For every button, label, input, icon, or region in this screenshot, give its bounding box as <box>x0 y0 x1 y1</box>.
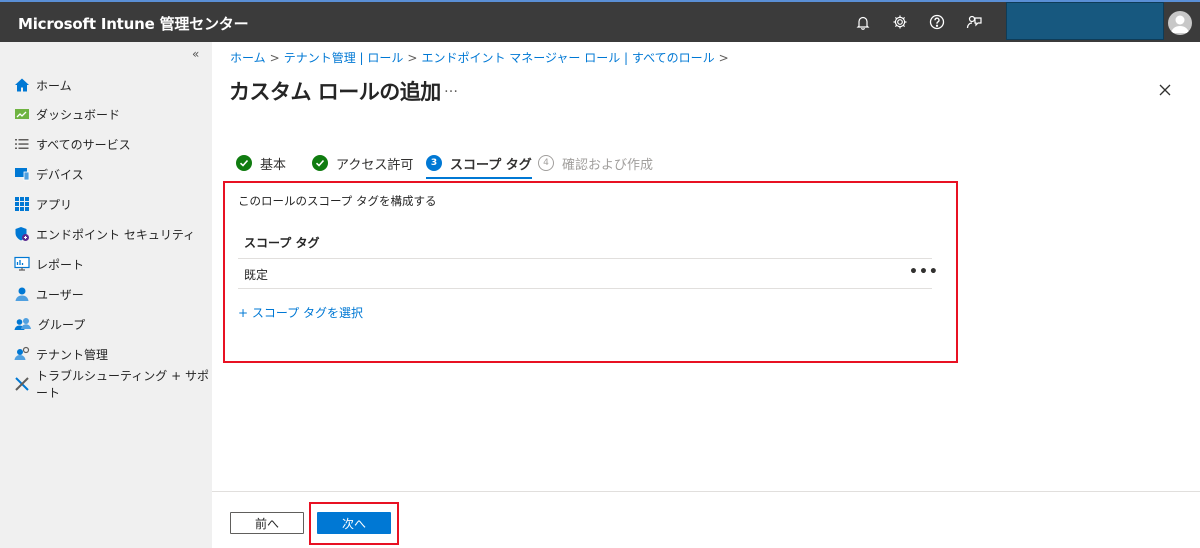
account-info[interactable] <box>1006 2 1164 40</box>
avatar[interactable] <box>1168 11 1192 35</box>
breadcrumb: ホーム > テナント管理 | ロール > エンドポイント マネージャー ロール | すべ… <box>230 51 729 65</box>
home-icon <box>15 78 29 92</box>
tools-icon <box>15 377 29 391</box>
sidebar-item-label: エンドポイント セキュリティ <box>36 227 196 242</box>
more-options-button[interactable]: … <box>444 80 458 96</box>
sidebar-item-tenant-admin[interactable]: テナント管理 <box>14 342 108 366</box>
sidebar-item-troubleshooting[interactable]: トラブルシューティング + サポート <box>14 369 212 400</box>
collapse-sidebar-button[interactable]: « <box>192 47 199 61</box>
step-label: スコープ タグ <box>450 157 532 173</box>
sidebar: « ホーム ダッシュボード すべてのサービス デバイス アプリ エンドポイント … <box>0 42 212 548</box>
sidebar-item-apps[interactable]: アプリ <box>14 192 72 216</box>
sidebar-item-label: トラブルシューティング + サポート <box>36 369 209 400</box>
sidebar-item-label: テナント管理 <box>36 347 109 362</box>
apps-icon <box>15 197 29 211</box>
sidebar-item-reports[interactable]: レポート <box>14 252 84 276</box>
help-icon[interactable] <box>925 10 949 34</box>
device-icon <box>15 168 30 181</box>
user-icon <box>15 287 29 301</box>
sidebar-item-label: ユーザー <box>36 287 84 302</box>
gear-icon[interactable] <box>888 10 912 34</box>
shield-icon <box>15 227 29 241</box>
step-basics[interactable]: 基本 <box>236 150 286 176</box>
footer-divider <box>212 491 1200 492</box>
check-icon <box>236 155 252 171</box>
step-number: 4 <box>538 155 554 171</box>
select-scope-tags-link[interactable]: + スコープ タグを選択 <box>238 304 363 321</box>
sidebar-item-endpoint-security[interactable]: エンドポイント セキュリティ <box>14 222 195 246</box>
step-scope-tags[interactable]: 3 スコープ タグ <box>426 150 532 179</box>
section-description: このロールのスコープ タグを構成する <box>238 194 437 208</box>
step-label: 確認および作成 <box>562 157 654 173</box>
divider <box>238 258 932 259</box>
table-header: スコープ タグ <box>244 236 320 250</box>
sidebar-item-groups[interactable]: グループ <box>14 312 85 336</box>
sidebar-item-all-services[interactable]: すべてのサービス <box>14 132 131 156</box>
close-icon[interactable] <box>1158 82 1172 96</box>
step-number: 3 <box>426 155 442 171</box>
breadcrumb-home[interactable]: ホーム <box>230 51 266 65</box>
sidebar-item-home[interactable]: ホーム <box>14 73 72 97</box>
divider <box>238 288 932 289</box>
app-title[interactable]: Microsoft Intune 管理センター <box>18 13 249 34</box>
group-icon <box>14 318 31 330</box>
sidebar-item-label: デバイス <box>36 167 84 182</box>
sidebar-item-label: アプリ <box>36 197 73 212</box>
breadcrumb-endpoint-roles[interactable]: エンドポイント マネージャー ロール | すべてのロール <box>421 51 714 65</box>
sidebar-item-devices[interactable]: デバイス <box>14 162 84 186</box>
sidebar-item-label: ホーム <box>36 78 72 93</box>
step-label: アクセス許可 <box>336 157 414 173</box>
feedback-icon[interactable] <box>962 10 986 34</box>
top-bar: Microsoft Intune 管理センター <box>0 0 1200 42</box>
step-label: 基本 <box>260 157 287 173</box>
sidebar-item-dashboard[interactable]: ダッシュボード <box>14 102 120 126</box>
sidebar-item-label: すべてのサービス <box>36 137 131 152</box>
sidebar-item-users[interactable]: ユーザー <box>14 282 84 306</box>
step-review-create[interactable]: 4 確認および作成 <box>538 150 653 176</box>
check-icon <box>312 155 328 171</box>
table-cell: 既定 <box>244 268 269 282</box>
next-button[interactable]: 次へ <box>317 512 391 534</box>
tenant-icon <box>14 346 30 360</box>
list-icon <box>15 139 29 149</box>
sidebar-item-label: レポート <box>36 257 85 272</box>
breadcrumb-tenant-roles[interactable]: テナント管理 | ロール <box>284 51 404 65</box>
page-title: カスタム ロールの追加 <box>229 80 441 104</box>
sidebar-item-label: ダッシュボード <box>36 107 121 122</box>
report-icon <box>14 256 30 271</box>
step-permissions[interactable]: アクセス許可 <box>312 150 413 176</box>
previous-button[interactable]: 前へ <box>230 512 304 534</box>
bell-icon[interactable] <box>851 10 875 34</box>
sidebar-item-label: グループ <box>38 317 86 332</box>
dashboard-icon <box>15 109 29 119</box>
row-more-button[interactable]: ••• <box>909 264 939 280</box>
